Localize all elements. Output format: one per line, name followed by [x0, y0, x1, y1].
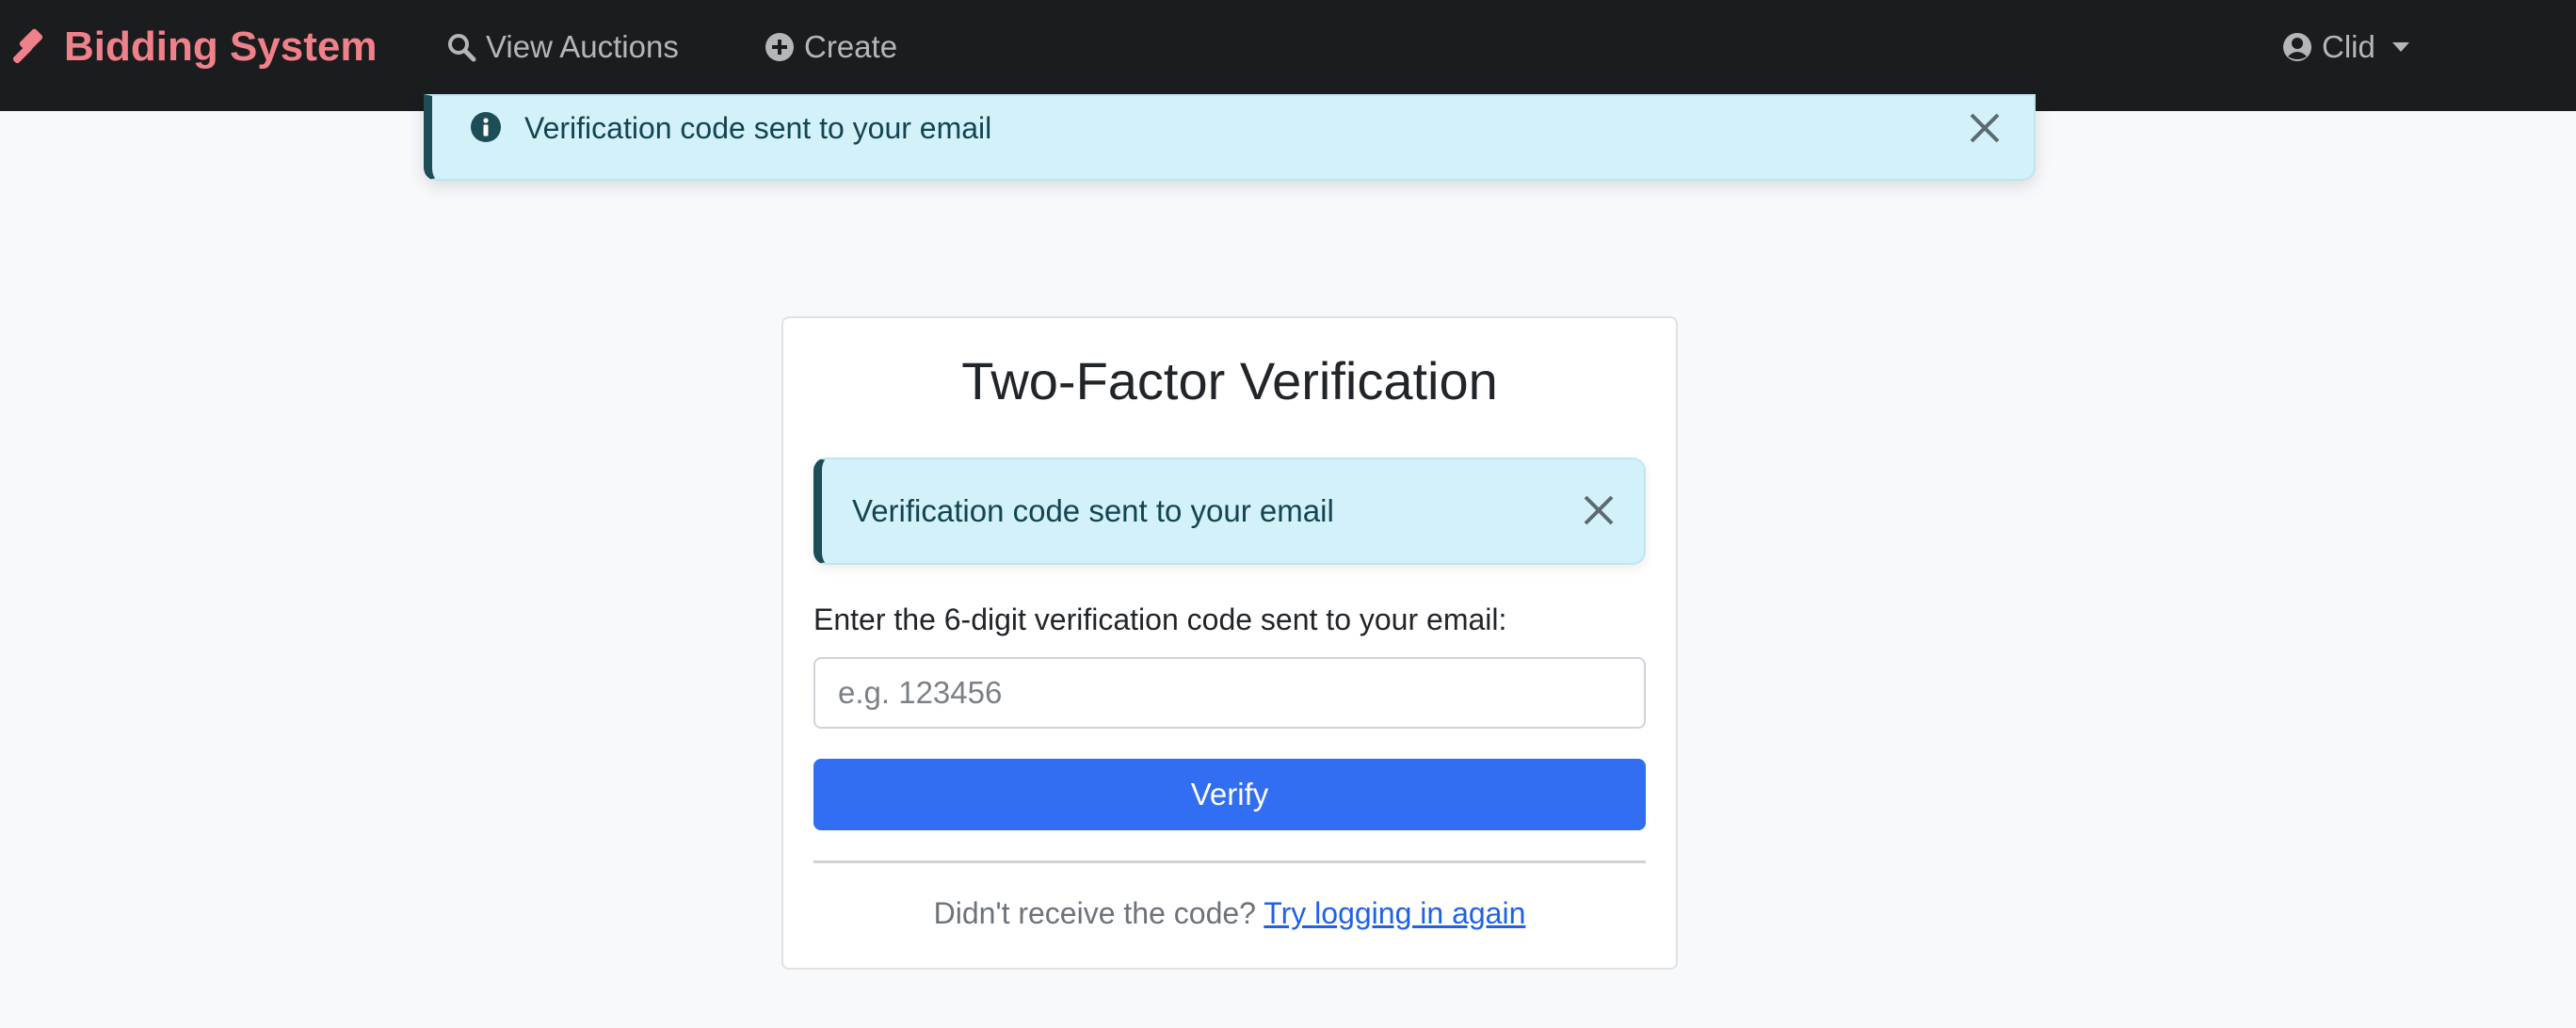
- gavel-icon: [12, 28, 43, 64]
- nav-view-auctions-label: View Auctions: [486, 29, 679, 64]
- page-title: Two-Factor Verification: [961, 351, 1498, 410]
- plus-circle-icon: [765, 33, 794, 61]
- alert-message: Verification code sent to your email: [852, 493, 1334, 528]
- resend-hint: Didn't receive the code? Try logging in …: [783, 896, 1676, 931]
- user-menu-dropdown[interactable]: Clid: [2282, 0, 2409, 94]
- resend-hint-text: Didn't receive the code?: [933, 896, 1256, 930]
- divider: [813, 860, 1646, 863]
- info-circle-icon: [471, 112, 501, 142]
- brand-label: Bidding System: [64, 24, 378, 70]
- nav-create[interactable]: Create: [765, 0, 897, 94]
- close-icon[interactable]: [1580, 491, 1618, 529]
- brand-link[interactable]: Bidding System: [8, 0, 378, 94]
- flash-toast: Verification code sent to your email: [424, 94, 2036, 181]
- try-login-again-link[interactable]: Try logging in again: [1264, 896, 1525, 930]
- info-alert: Verification code sent to your email: [813, 458, 1646, 565]
- search-icon: [448, 34, 476, 62]
- code-field-label: Enter the 6-digit verification code sent…: [813, 602, 1507, 636]
- nav-create-label: Create: [804, 29, 898, 64]
- chevron-down-icon: [2391, 42, 2409, 52]
- user-menu-label: Clid: [2322, 29, 2375, 64]
- toast-message: Verification code sent to your email: [524, 111, 992, 145]
- user-circle-icon: [2283, 33, 2311, 61]
- close-icon[interactable]: [1966, 109, 2004, 147]
- verification-card: Two-Factor Verification Verification cod…: [781, 316, 1678, 970]
- verify-button[interactable]: Verify: [813, 759, 1646, 830]
- verification-code-input[interactable]: [813, 657, 1646, 729]
- nav-view-auctions[interactable]: View Auctions: [446, 0, 679, 94]
